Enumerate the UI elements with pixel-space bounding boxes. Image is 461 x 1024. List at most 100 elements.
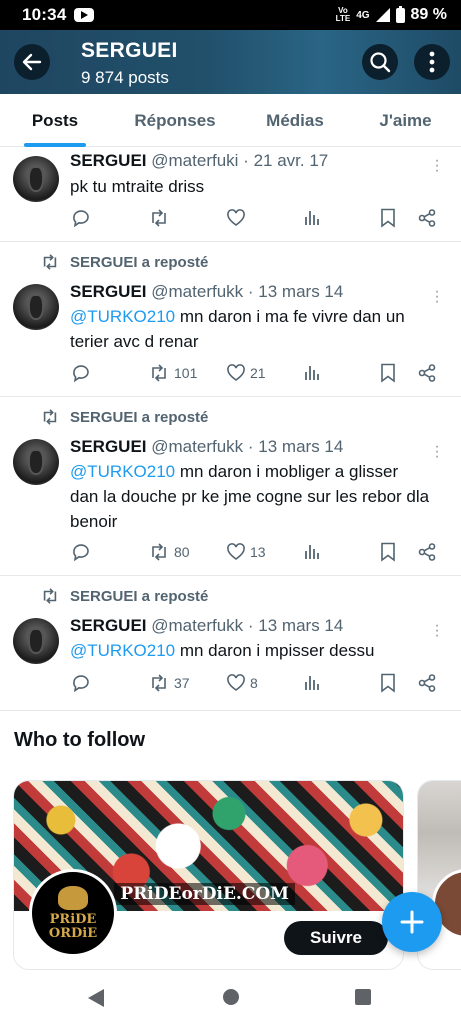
share-button[interactable] [417,363,437,383]
signal-icon [375,8,390,22]
follow-button[interactable]: Suivre [284,921,388,955]
post-header: SERGUEI @materfukk · 13 mars 14 [70,616,344,635]
views-button[interactable] [303,208,321,226]
compose-plus-icon [400,910,424,934]
author-name[interactable]: SERGUEI [70,151,147,170]
repost-indicator: SERGUEI a reposté [40,253,208,271]
system-navigation-bar [0,970,461,1024]
share-icon [418,209,436,227]
avatar[interactable] [13,618,59,664]
share-button[interactable] [417,673,437,693]
mention-link[interactable]: @TURKO210 [70,641,175,660]
like-button[interactable] [226,208,250,228]
system-recents-icon[interactable] [355,989,371,1005]
post-date: 13 mars 14 [258,282,344,301]
tab-label: Médias [266,110,324,130]
posts-count: 9 874 posts [81,68,169,87]
author-handle: @materfuki [151,151,239,170]
post-header: SERGUEI @materfuki · 21 avr. 17 [70,151,329,170]
like-button[interactable]: 8 [226,673,258,693]
bookmark-button[interactable] [380,208,396,228]
search-button[interactable] [362,44,398,80]
repost-button[interactable]: 80 [148,542,190,562]
repost-icon [152,674,166,692]
reply-button[interactable] [70,208,90,228]
like-button[interactable]: 13 [226,542,266,562]
like-icon [227,364,245,381]
post-item[interactable]: SERGUEI a reposté SERGUEI @materfukk · 1… [0,398,461,576]
views-button[interactable] [303,363,321,381]
post-more-icon[interactable]: · · · [434,284,440,310]
repost-button[interactable]: 37 [148,673,190,693]
share-button[interactable] [417,542,437,562]
post-date: 21 avr. 17 [253,151,329,170]
profile-tabs: Posts Réponses Médias J'aime [0,94,461,147]
follow-suggestion-card[interactable]: PRiDEorDiE.COM PRiDE ORDiE Suivre [13,780,404,970]
back-button[interactable] [14,44,50,80]
views-button[interactable] [303,542,321,560]
post-text: @TURKO210 mn daron i mobliger a glisser … [70,459,430,534]
reply-button[interactable] [70,673,90,693]
views-button[interactable] [303,673,321,691]
reply-icon [73,675,89,693]
repost-icon [152,543,166,561]
repost-indicator-icon [43,588,57,604]
post-item[interactable]: SERGUEI a reposté SERGUEI @materfukk · 1… [0,577,461,711]
post-more-icon[interactable]: · · · [434,153,440,179]
reply-icon [73,544,89,562]
reposted-by-label[interactable]: SERGUEI a reposté [70,409,208,426]
system-back-icon[interactable] [88,989,104,1007]
author-name[interactable]: SERGUEI [70,282,147,301]
more-options-button[interactable] [414,44,450,80]
share-icon [418,364,436,382]
repost-button[interactable] [148,208,174,228]
views-icon [305,676,319,690]
author-handle: @materfukk [151,616,244,635]
reply-button[interactable] [70,363,90,383]
post-item[interactable]: SERGUEI a reposté SERGUEI @materfukk · 1… [0,243,461,397]
views-icon [305,545,319,559]
views-icon [305,366,319,380]
post-more-icon[interactable]: · · · [434,439,440,465]
author-name[interactable]: SERGUEI [70,437,147,456]
tab-likes[interactable]: J'aime [350,94,461,147]
reposted-by-label[interactable]: SERGUEI a reposté [70,254,208,271]
bookmark-button[interactable] [380,542,396,562]
mention-link[interactable]: @TURKO210 [70,462,175,481]
avatar[interactable] [13,439,59,485]
post-more-icon[interactable]: · · · [434,618,440,644]
network-type: 4G [356,9,370,21]
share-button[interactable] [417,208,437,228]
mention-link[interactable]: @TURKO210 [70,307,175,326]
post-actions [70,208,450,230]
tab-label: Réponses [134,110,216,130]
bookmark-button[interactable] [380,673,396,693]
author-name[interactable]: SERGUEI [70,616,147,635]
post-text: pk tu mtraite driss [70,174,430,199]
repost-indicator-icon [43,254,57,270]
post-header: SERGUEI @materfukk · 13 mars 14 [70,282,344,301]
repost-button[interactable]: 101 [148,363,197,383]
reposted-by-label[interactable]: SERGUEI a reposté [70,588,208,605]
search-icon [370,52,391,73]
share-icon [418,674,436,692]
reply-button[interactable] [70,542,90,562]
bookmark-icon [381,363,395,383]
compose-button[interactable] [382,892,442,952]
suggestion-avatar[interactable]: PRiDE ORDiE [29,869,117,957]
tab-posts[interactable]: Posts [0,94,110,147]
post-item[interactable]: SERGUEI @materfuki · 21 avr. 17 · · · pk t… [0,148,461,242]
share-icon [418,543,436,561]
like-count: 21 [250,365,266,381]
like-button[interactable]: 21 [226,363,266,383]
tab-media[interactable]: Médias [240,94,350,147]
avatar[interactable] [13,156,59,202]
post-header: SERGUEI @materfukk · 13 mars 14 [70,437,344,456]
like-icon [227,209,245,226]
avatar[interactable] [13,284,59,330]
bookmark-button[interactable] [380,363,396,383]
post-actions: 80 13 [70,542,450,564]
system-home-icon[interactable] [223,989,239,1005]
tab-replies[interactable]: Réponses [110,94,240,147]
youtube-notification-icon [74,8,95,22]
